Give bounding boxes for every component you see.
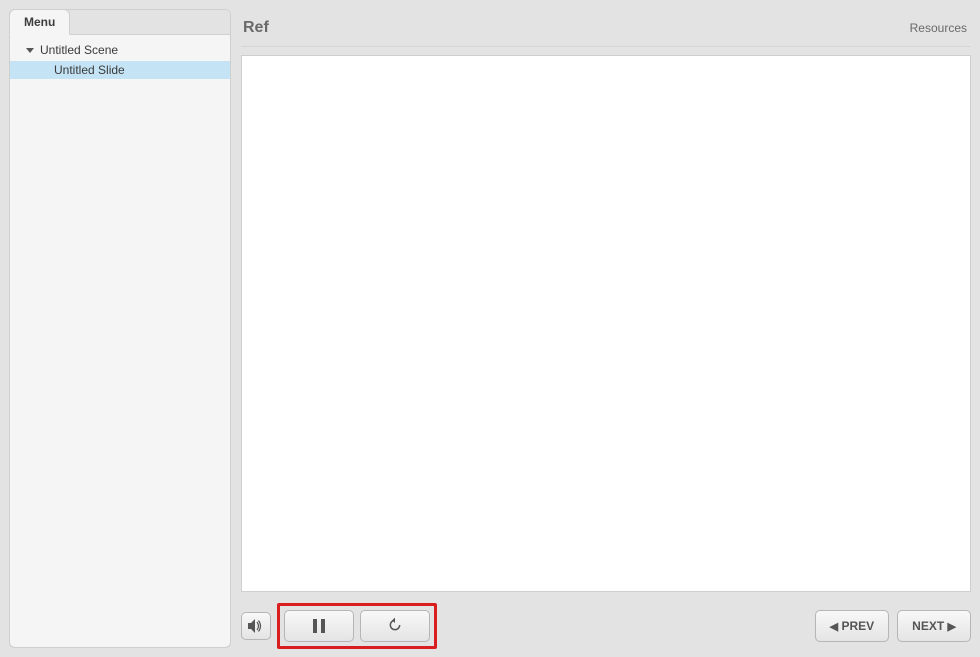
replay-icon [387,617,403,636]
outline-tree: Untitled Scene Untitled Slide [10,35,230,79]
main-area: Ref Resources [241,9,971,648]
app-frame: Menu Untitled Scene Untitled Slide Ref R… [0,0,980,657]
volume-button[interactable] [241,612,271,640]
outline-scene-label: Untitled Scene [40,43,118,57]
playbar: ◀ PREV NEXT ▶ [241,592,971,648]
prev-button[interactable]: ◀ PREV [815,610,890,642]
outline-slide-label: Untitled Slide [54,63,125,77]
sidebar: Menu Untitled Scene Untitled Slide [9,9,231,648]
chevron-right-icon: ▶ [948,620,956,633]
next-button[interactable]: NEXT ▶ [897,610,971,642]
volume-icon [248,619,264,633]
sidebar-tab-label: Menu [24,15,55,29]
slide-stage [241,55,971,592]
prev-label: PREV [841,619,874,633]
slide-title: Ref [243,19,269,37]
chevron-down-icon [26,48,34,53]
pause-icon [313,619,325,633]
resources-link[interactable]: Resources [910,21,967,35]
pause-button[interactable] [284,610,354,642]
outline-slide[interactable]: Untitled Slide [10,61,230,79]
chevron-left-icon: ◀ [830,620,838,633]
title-bar: Ref Resources [241,9,971,47]
next-label: NEXT [912,619,944,633]
sidebar-tab-menu[interactable]: Menu [9,9,70,35]
replay-button[interactable] [360,610,430,642]
stage-wrap [241,47,971,592]
playbar-left [241,603,437,649]
outline-scene[interactable]: Untitled Scene [10,41,230,59]
playbar-right: ◀ PREV NEXT ▶ [815,610,971,642]
transport-highlight [277,603,437,649]
